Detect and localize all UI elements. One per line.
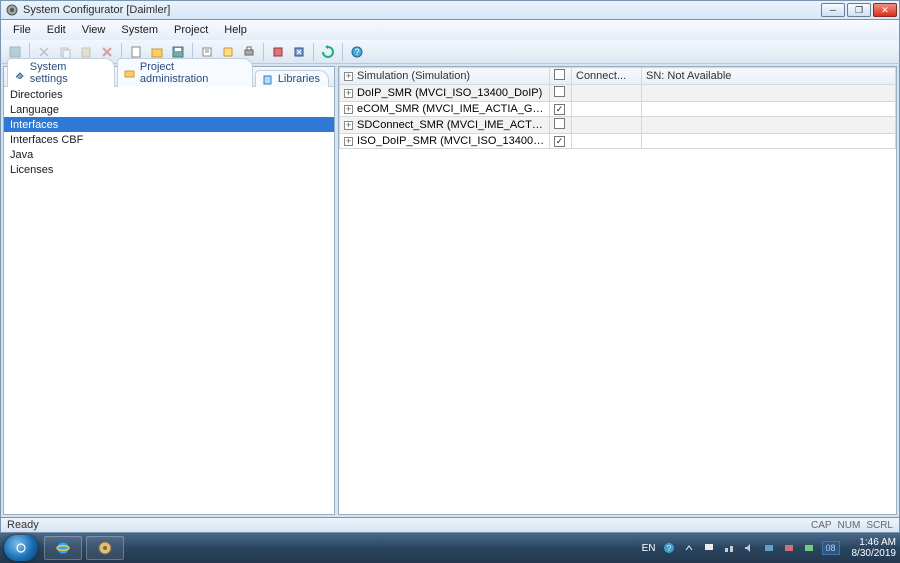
wrench-icon	[14, 67, 26, 79]
sidebar-item-interfaces-cbf[interactable]: Interfaces CBF	[4, 132, 334, 147]
svg-text:?: ?	[354, 47, 359, 57]
run-button[interactable]	[268, 42, 288, 62]
expand-icon[interactable]: +	[344, 89, 353, 98]
minimize-button[interactable]: ─	[821, 3, 845, 17]
menubar: File Edit View System Project Help	[0, 20, 900, 40]
tray-icon[interactable]	[762, 541, 776, 555]
client-area: System settings Project administration L…	[0, 64, 900, 517]
grid-header-connect: Connect...	[572, 68, 642, 85]
tab-label: System settings	[30, 61, 106, 85]
sidebar-item-interfaces[interactable]: Interfaces	[4, 117, 334, 132]
grid-row: + eCOM_SMR (MVCI_IME_ACTIA_GmbH_eCOM) ✓	[340, 102, 896, 117]
sidebar-item-directories[interactable]: Directories	[4, 87, 334, 102]
statusbar: Ready CAP NUM SCRL	[0, 517, 900, 533]
grid-cell-name: ISO_DoIP_SMR (MVCI_ISO_13400_DoIP_Collec…	[357, 135, 550, 147]
tab-system-settings[interactable]: System settings	[7, 58, 115, 87]
grid-cell-name: DoIP_SMR (MVCI_ISO_13400_DoIP)	[357, 87, 542, 99]
expand-icon[interactable]: +	[344, 121, 353, 130]
menu-help[interactable]: Help	[216, 22, 255, 38]
grid-header-sn: SN: Not Available	[642, 68, 896, 85]
grid-row: + ISO_DoIP_SMR (MVCI_ISO_13400_DoIP_Colle…	[340, 134, 896, 149]
close-button[interactable]: ✕	[873, 3, 897, 17]
grid-cell-name: eCOM_SMR (MVCI_IME_ACTIA_GmbH_eCOM)	[357, 103, 550, 115]
grid-row: + Simulation (Simulation) Connect... SN: …	[340, 68, 896, 85]
expand-icon[interactable]: +	[344, 72, 353, 81]
help-icon[interactable]: ?	[662, 541, 676, 555]
help-button[interactable]: ?	[347, 42, 367, 62]
titlebar: System Configurator [Daimler] ─ ❐ ✕	[0, 0, 900, 20]
book-icon	[262, 73, 274, 85]
network-icon[interactable]	[722, 541, 736, 555]
expand-icon[interactable]: +	[344, 137, 353, 146]
sidebar-item-licenses[interactable]: Licenses	[4, 162, 334, 177]
checkbox[interactable]	[554, 118, 565, 129]
menu-system[interactable]: System	[113, 22, 166, 38]
clock-time: 1:46 AM	[852, 537, 897, 548]
checkbox[interactable]: ✓	[554, 104, 565, 115]
tab-libraries[interactable]: Libraries	[255, 70, 329, 87]
tray-icon[interactable]	[802, 541, 816, 555]
status-text: Ready	[7, 519, 39, 531]
clock-date: 8/30/2019	[852, 548, 897, 559]
chevron-up-icon[interactable]	[682, 541, 696, 555]
tab-label: Project administration	[140, 61, 244, 85]
checkbox[interactable]	[554, 86, 565, 97]
indicator-num: NUM	[838, 520, 861, 531]
grid-cell-name: Simulation (Simulation)	[357, 70, 470, 82]
sidebar-item-language[interactable]: Language	[4, 102, 334, 117]
expand-icon[interactable]: +	[344, 105, 353, 114]
app-icon	[5, 3, 19, 17]
stop-button[interactable]	[289, 42, 309, 62]
tray-lang[interactable]: EN	[642, 543, 656, 554]
start-button[interactable]	[4, 535, 38, 561]
window-title: System Configurator [Daimler]	[23, 4, 821, 16]
taskbar-ie[interactable]	[44, 536, 82, 560]
grid-row: + DoIP_SMR (MVCI_ISO_13400_DoIP)	[340, 85, 896, 102]
system-tray: EN ? 08 1:46 AM 8/30/2019	[642, 537, 896, 559]
sidebar-list: Directories Language Interfaces Interfac…	[4, 87, 334, 514]
volume-icon[interactable]	[742, 541, 756, 555]
panel-tabs: System settings Project administration L…	[4, 67, 334, 87]
tray-icon[interactable]	[782, 541, 796, 555]
grid-cell-name: SDConnect_SMR (MVCI_IME_ACTIA_GmbH_SDco.…	[357, 119, 550, 131]
refresh-button[interactable]	[318, 42, 338, 62]
folder-icon	[124, 67, 136, 79]
maximize-button[interactable]: ❐	[847, 3, 871, 17]
tab-label: Libraries	[278, 73, 320, 85]
indicator-cap: CAP	[811, 520, 832, 531]
flag-icon[interactable]	[702, 541, 716, 555]
menu-project[interactable]: Project	[166, 22, 216, 38]
tab-project-administration[interactable]: Project administration	[117, 58, 253, 87]
checkbox[interactable]	[554, 69, 565, 80]
taskbar: EN ? 08 1:46 AM 8/30/2019	[0, 533, 900, 563]
tray-day-icon[interactable]: 08	[822, 541, 840, 555]
menu-file[interactable]: File	[5, 22, 39, 38]
svg-text:?: ?	[666, 544, 671, 553]
sidebar-item-java[interactable]: Java	[4, 147, 334, 162]
menu-view[interactable]: View	[74, 22, 114, 38]
menu-edit[interactable]: Edit	[39, 22, 74, 38]
grid-row: + SDConnect_SMR (MVCI_IME_ACTIA_GmbH_SDco…	[340, 117, 896, 134]
clock[interactable]: 1:46 AM 8/30/2019	[852, 537, 897, 559]
left-panel: System settings Project administration L…	[3, 66, 335, 515]
interfaces-grid: + Simulation (Simulation) Connect... SN: …	[339, 67, 896, 149]
right-panel: + Simulation (Simulation) Connect... SN: …	[338, 66, 897, 515]
indicator-scrl: SCRL	[866, 520, 893, 531]
checkbox[interactable]: ✓	[554, 136, 565, 147]
taskbar-configurator[interactable]	[86, 536, 124, 560]
